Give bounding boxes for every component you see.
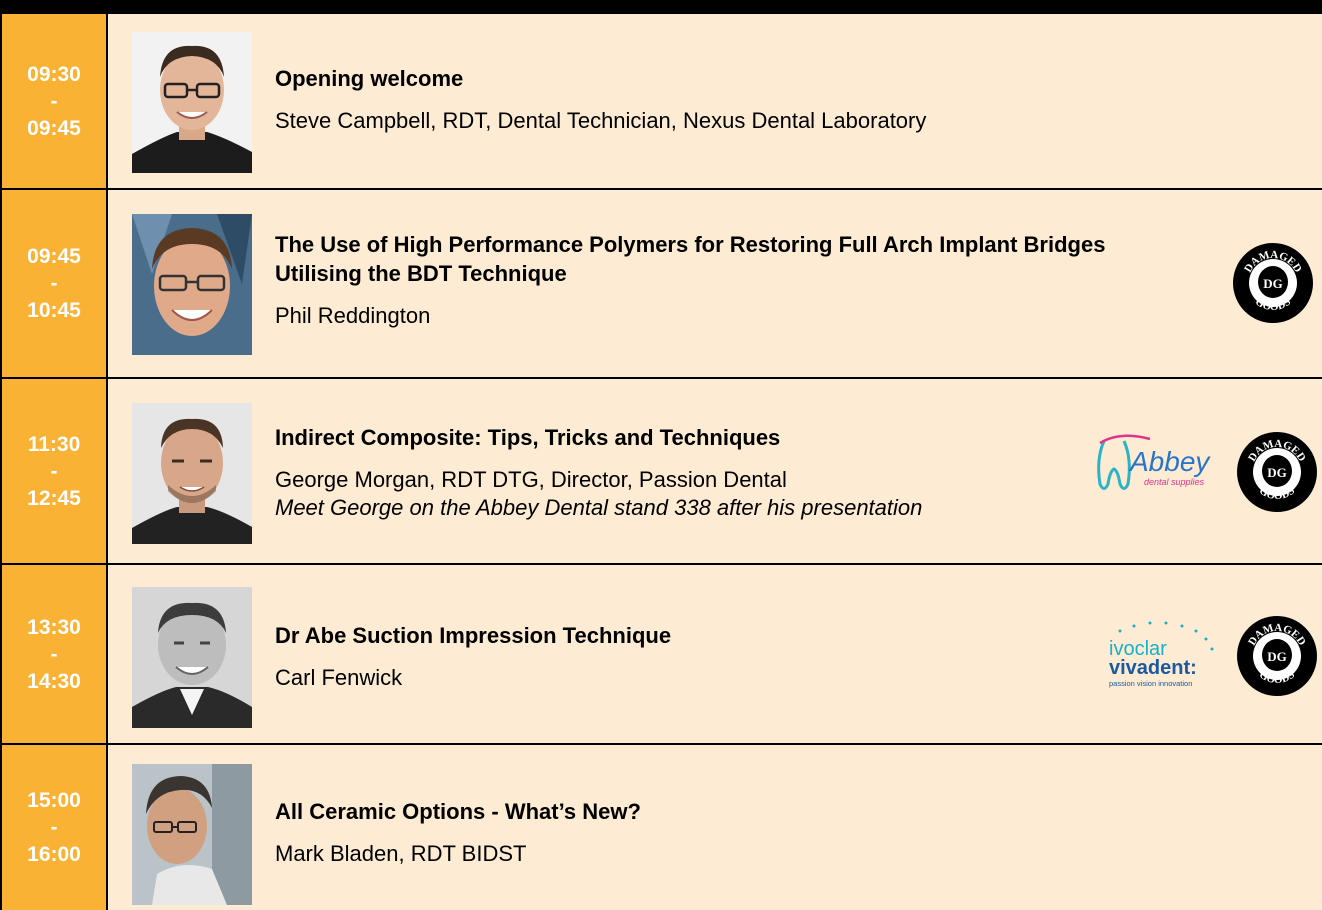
ivoclar-tagline: passion vision innovation bbox=[1109, 679, 1192, 688]
programme-schedule: 09:30 - 09:45 Opening welcome Steve Camp… bbox=[0, 0, 1322, 910]
speaker-name: Mark Bladen, RDT BIDST bbox=[275, 841, 527, 866]
speaker-name: George Morgan, RDT DTG, Director, Passio… bbox=[275, 467, 787, 492]
damaged-goods-logo: DAMAGED GOODS DG bbox=[1233, 243, 1313, 323]
session-time: 15:00 - 16:00 bbox=[0, 745, 108, 910]
session-time: 13:30 - 14:30 bbox=[0, 565, 108, 743]
session-time: 11:30 - 12:45 bbox=[0, 379, 108, 563]
speaker-name: Steve Campbell, RDT, Dental Technician, … bbox=[275, 108, 927, 133]
abbey-sub: dental supplies bbox=[1144, 477, 1205, 487]
session-details: The Use of High Performance Polymers for… bbox=[275, 230, 1195, 330]
end-time: 10:45 bbox=[27, 299, 81, 322]
header-bar bbox=[0, 0, 1322, 14]
speaker-photo bbox=[132, 32, 252, 173]
dg-mono: DG bbox=[1263, 276, 1283, 291]
time-separator: - bbox=[50, 816, 58, 839]
session-time: 09:45 - 10:45 bbox=[0, 190, 108, 377]
speaker-name: Carl Fenwick bbox=[275, 665, 403, 690]
ivoclar-line2: vivadent: bbox=[1109, 657, 1197, 679]
dg-mono: DG bbox=[1267, 465, 1287, 480]
start-time: 09:30 bbox=[27, 62, 81, 86]
session-row: 11:30 - 12:45 Indirect Composite: Tips, … bbox=[0, 379, 1322, 563]
speaker-photo bbox=[132, 587, 252, 728]
session-details: Opening welcome Steve Campbell, RDT, Den… bbox=[275, 64, 1195, 135]
speaker-name: Phil Reddington bbox=[275, 303, 431, 328]
damaged-goods-logo: DAMAGED GOODS DG bbox=[1237, 432, 1317, 512]
speaker-photo bbox=[132, 214, 252, 355]
start-time: 09:45 bbox=[27, 245, 81, 268]
session-title: All Ceramic Options - What’s New? bbox=[275, 799, 641, 824]
session-row: 15:00 - 16:00 All Ceramic Options - What… bbox=[0, 745, 1322, 910]
session-title: The Use of High Performance Polymers for… bbox=[275, 232, 1106, 286]
end-time: 16:00 bbox=[27, 843, 81, 866]
speaker-photo bbox=[132, 764, 252, 905]
start-time: 13:30 bbox=[27, 615, 81, 639]
end-time: 12:45 bbox=[27, 486, 81, 510]
session-row: 09:30 - 09:45 Opening welcome Steve Camp… bbox=[0, 14, 1322, 188]
end-time: 09:45 bbox=[27, 116, 81, 140]
start-time: 15:00 bbox=[27, 789, 81, 812]
time-separator: - bbox=[50, 89, 58, 113]
session-row: 13:30 - 14:30 Dr Abe Suction Impression … bbox=[0, 565, 1322, 743]
abbey-dental-logo: Abbey dental supplies bbox=[1097, 434, 1211, 490]
session-time: 09:30 - 09:45 bbox=[0, 14, 108, 188]
session-title: Dr Abe Suction Impression Technique bbox=[275, 623, 672, 648]
time-separator: - bbox=[50, 459, 58, 483]
time-separator: - bbox=[50, 642, 58, 666]
session-row: 09:45 - 10:45 The Use of High Performanc… bbox=[0, 190, 1322, 377]
time-separator: - bbox=[50, 272, 58, 295]
start-time: 11:30 bbox=[27, 432, 81, 456]
session-details: All Ceramic Options - What’s New? Mark B… bbox=[275, 797, 1195, 868]
session-details: Dr Abe Suction Impression Technique Carl… bbox=[275, 621, 1195, 692]
end-time: 14:30 bbox=[27, 669, 81, 693]
session-title: Opening welcome bbox=[275, 66, 464, 91]
abbey-name: Abbey bbox=[1128, 446, 1211, 477]
damaged-goods-logo: DAMAGED GOODS DG bbox=[1237, 616, 1317, 696]
session-title: Indirect Composite: Tips, Tricks and Tec… bbox=[275, 425, 781, 450]
session-details: Indirect Composite: Tips, Tricks and Tec… bbox=[275, 423, 1195, 522]
session-note: Meet George on the Abbey Dental stand 33… bbox=[275, 495, 923, 520]
ivoclar-vivadent-logo: ivoclar vivadent: passion vision innovat… bbox=[1109, 621, 1214, 688]
speaker-photo bbox=[132, 403, 252, 544]
dg-mono: DG bbox=[1267, 649, 1287, 664]
